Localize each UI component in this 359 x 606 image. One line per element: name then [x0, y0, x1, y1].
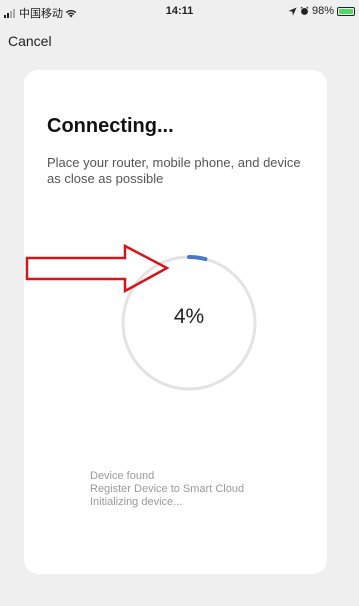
step-item: Initializing device... [90, 496, 183, 508]
battery-icon [337, 6, 355, 16]
connecting-card: Connecting... Place your router, mobile … [24, 70, 327, 574]
step-list: Device found Register Device to Smart Cl… [90, 470, 244, 509]
instruction-text: Place your router, mobile phone, and dev… [47, 155, 301, 186]
step-item: Device found [90, 470, 155, 482]
battery-percent: 98% [311, 5, 334, 17]
cancel-button[interactable]: Cancel [8, 33, 52, 49]
step-item: Register Device to Smart Cloud [90, 483, 245, 495]
alarm-icon [300, 6, 309, 15]
battery-fill [339, 8, 353, 14]
progress-ring-arc [187, 254, 208, 262]
progress-percent: 4% [173, 305, 205, 328]
status-right: 98% [288, 5, 355, 17]
location-arrow-icon [288, 6, 297, 16]
page-title: Connecting... [47, 115, 174, 137]
status-bar: 中国移动 14:11 98% [0, 0, 359, 24]
